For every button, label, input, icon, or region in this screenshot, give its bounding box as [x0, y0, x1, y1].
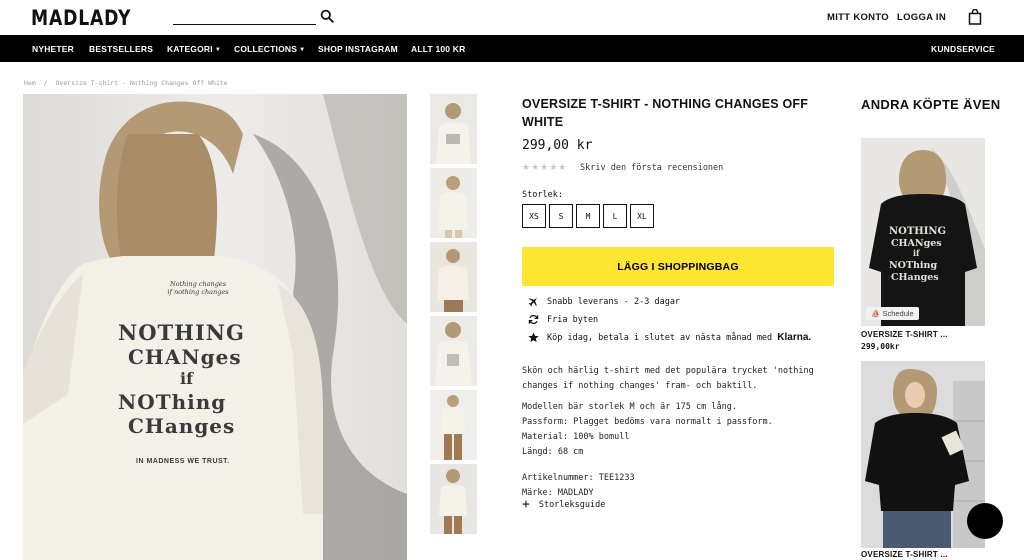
- print-big-line: if: [180, 369, 193, 388]
- search-icon[interactable]: [320, 9, 334, 23]
- search-input[interactable]: [173, 9, 316, 25]
- description-line: Skön och härlig t-shirt med det populära…: [522, 366, 814, 376]
- product-meta: Artikelnummer: TEE1233 Märke: MADLADY: [522, 471, 635, 501]
- chevron-down-icon: ▼: [299, 47, 306, 53]
- usp-klarna-text: Köp idag, betala i slutet av nästa månad…: [547, 332, 811, 343]
- product-main-image[interactable]: Nothing changes if nothing changes NOTHI…: [23, 94, 407, 560]
- detail-line: Passform: Plagget bedöms vara normalt i …: [522, 417, 773, 427]
- schedule-badge[interactable]: ⛵ Schedule: [866, 307, 919, 320]
- usp-returns-text: Fria byten: [547, 314, 599, 325]
- refresh-icon: [528, 315, 539, 324]
- nav-item-bestsellers[interactable]: BESTSELLERS: [89, 44, 153, 54]
- breadcrumb-current: Oversize T-shirt - Nothing Changes Off W…: [55, 79, 228, 87]
- brand-name: Märke: MADLADY: [522, 488, 594, 498]
- plus-icon: +: [522, 497, 530, 512]
- nav-item-shop-instagram[interactable]: SHOP INSTAGRAM: [318, 44, 398, 54]
- print-big-line: NOTHING: [118, 320, 245, 345]
- klarna-logo: Klarna.: [777, 332, 812, 343]
- breadcrumb-separator: /: [43, 79, 48, 87]
- shopping-bag-icon[interactable]: [968, 9, 982, 25]
- product-title: OVERSIZE T-SHIRT - NOTHING CHANGES OFF W…: [522, 97, 809, 129]
- brand-logo[interactable]: MADLADY: [31, 6, 131, 30]
- nav-item-kundservice[interactable]: KUNDSERVICE: [931, 44, 995, 54]
- airplane-icon: [528, 297, 538, 307]
- size-guide-label: Storleksguide: [538, 500, 606, 510]
- print-big-line: CHANges: [128, 345, 242, 369]
- thumbnail[interactable]: [430, 94, 477, 164]
- svg-text:NOTHING: NOTHING: [889, 226, 946, 237]
- my-account-link[interactable]: MITT KONTO: [827, 12, 889, 23]
- klarna-description: Köp idag, betala i slutet av nästa månad…: [547, 333, 773, 343]
- size-option-s[interactable]: S: [549, 204, 573, 228]
- recommended-product-name[interactable]: OVERSIZE T-SHIRT ...: [861, 550, 948, 559]
- thumbnail[interactable]: [430, 316, 477, 386]
- shirt-print: Nothing changes if nothing changes NOTHI…: [118, 280, 298, 465]
- also-bought-title: ANDRA KÖPTE ÄVEN: [861, 97, 1001, 112]
- print-big-line: CHanges: [128, 414, 236, 438]
- product-description: Skön och härlig t-shirt med det populära…: [522, 364, 814, 394]
- recommended-product[interactable]: NOTHING CHANges if NOThing CHanges ⛵ Sch…: [861, 138, 985, 326]
- thumbnail[interactable]: [430, 168, 477, 238]
- chevron-down-icon: ▼: [214, 47, 221, 53]
- article-number: Artikelnummer: TEE1233: [522, 473, 635, 483]
- svg-text:if: if: [913, 248, 920, 258]
- schedule-label: Schedule: [882, 309, 914, 318]
- nav-item-collections[interactable]: COLLECTIONS ▼: [234, 44, 305, 54]
- size-option-l[interactable]: L: [603, 204, 627, 228]
- size-label: Storlek:: [522, 190, 563, 200]
- print-small-line: Nothing changes: [169, 280, 227, 288]
- thumbnail[interactable]: [430, 464, 477, 534]
- breadcrumb: Hem / Oversize T-shirt - Nothing Changes…: [24, 79, 228, 87]
- nav-item-label: COLLECTIONS: [234, 44, 298, 54]
- recommended-product-image: NOTHING CHANges if NOThing CHanges: [861, 138, 985, 326]
- usp-returns: Fria byten: [528, 314, 598, 325]
- breadcrumb-home[interactable]: Hem: [24, 79, 36, 87]
- account-links: MITT KONTO LOGGA IN: [827, 12, 946, 23]
- detail-line: Modellen bär storlek M och är 175 cm lån…: [522, 402, 737, 412]
- recommended-product-name[interactable]: OVERSIZE T-SHIRT ...: [861, 330, 948, 339]
- size-option-m[interactable]: M: [576, 204, 600, 228]
- login-link[interactable]: LOGGA IN: [897, 12, 946, 23]
- thumbnail[interactable]: [430, 390, 477, 460]
- star-icon: [528, 332, 539, 343]
- svg-text:CHanges: CHanges: [891, 272, 939, 283]
- size-selector: XS S M L XL: [522, 204, 654, 228]
- usp-klarna: Köp idag, betala i slutet av nästa månad…: [528, 332, 811, 343]
- nav-item-allt-100-kr[interactable]: ALLT 100 KR: [411, 44, 465, 54]
- detail-line: Längd: 68 cm: [522, 447, 584, 457]
- usp-delivery-text: Snabb leverans - 2-3 dagar: [547, 296, 681, 307]
- add-to-bag-button[interactable]: LÄGG I SHOPPINGBAG: [522, 247, 834, 286]
- rating-stars: ★★★★★: [522, 162, 568, 172]
- main-nav: NYHETER BESTSELLERS KATEGORI ▼ COLLECTION…: [0, 35, 1024, 62]
- product-details: Modellen bär storlek M och är 175 cm lån…: [522, 400, 773, 460]
- product-price: 299,00 kr: [522, 138, 593, 153]
- usp-delivery: Snabb leverans - 2-3 dagar: [528, 296, 680, 307]
- svg-text:NOThing: NOThing: [889, 260, 937, 271]
- print-footer: IN MADNESS WE TRUST.: [136, 458, 230, 465]
- thumbnail[interactable]: [430, 242, 477, 312]
- size-option-xl[interactable]: XL: [630, 204, 654, 228]
- size-guide-toggle[interactable]: + Storleksguide: [522, 497, 606, 512]
- print-big-line: NOThing: [118, 390, 227, 414]
- print-small-line: if nothing changes: [167, 288, 229, 296]
- description-line: changes if nothing changes' fram- och ba…: [522, 381, 758, 391]
- size-option-xs[interactable]: XS: [522, 204, 546, 228]
- nav-item-kategori[interactable]: KATEGORI ▼: [167, 44, 221, 54]
- chat-button[interactable]: [967, 503, 1003, 539]
- write-review-link[interactable]: Skriv den första recensionen: [580, 163, 723, 173]
- detail-line: Material: 100% bomull: [522, 432, 630, 442]
- nav-item-label: KATEGORI: [167, 44, 213, 54]
- tag-icon: ⛵: [871, 309, 881, 318]
- nav-item-nyheter[interactable]: NYHETER: [32, 44, 74, 54]
- top-bar: MADLADY MITT KONTO LOGGA IN: [0, 0, 1024, 35]
- recommended-product-price: 299,00kr: [861, 342, 900, 351]
